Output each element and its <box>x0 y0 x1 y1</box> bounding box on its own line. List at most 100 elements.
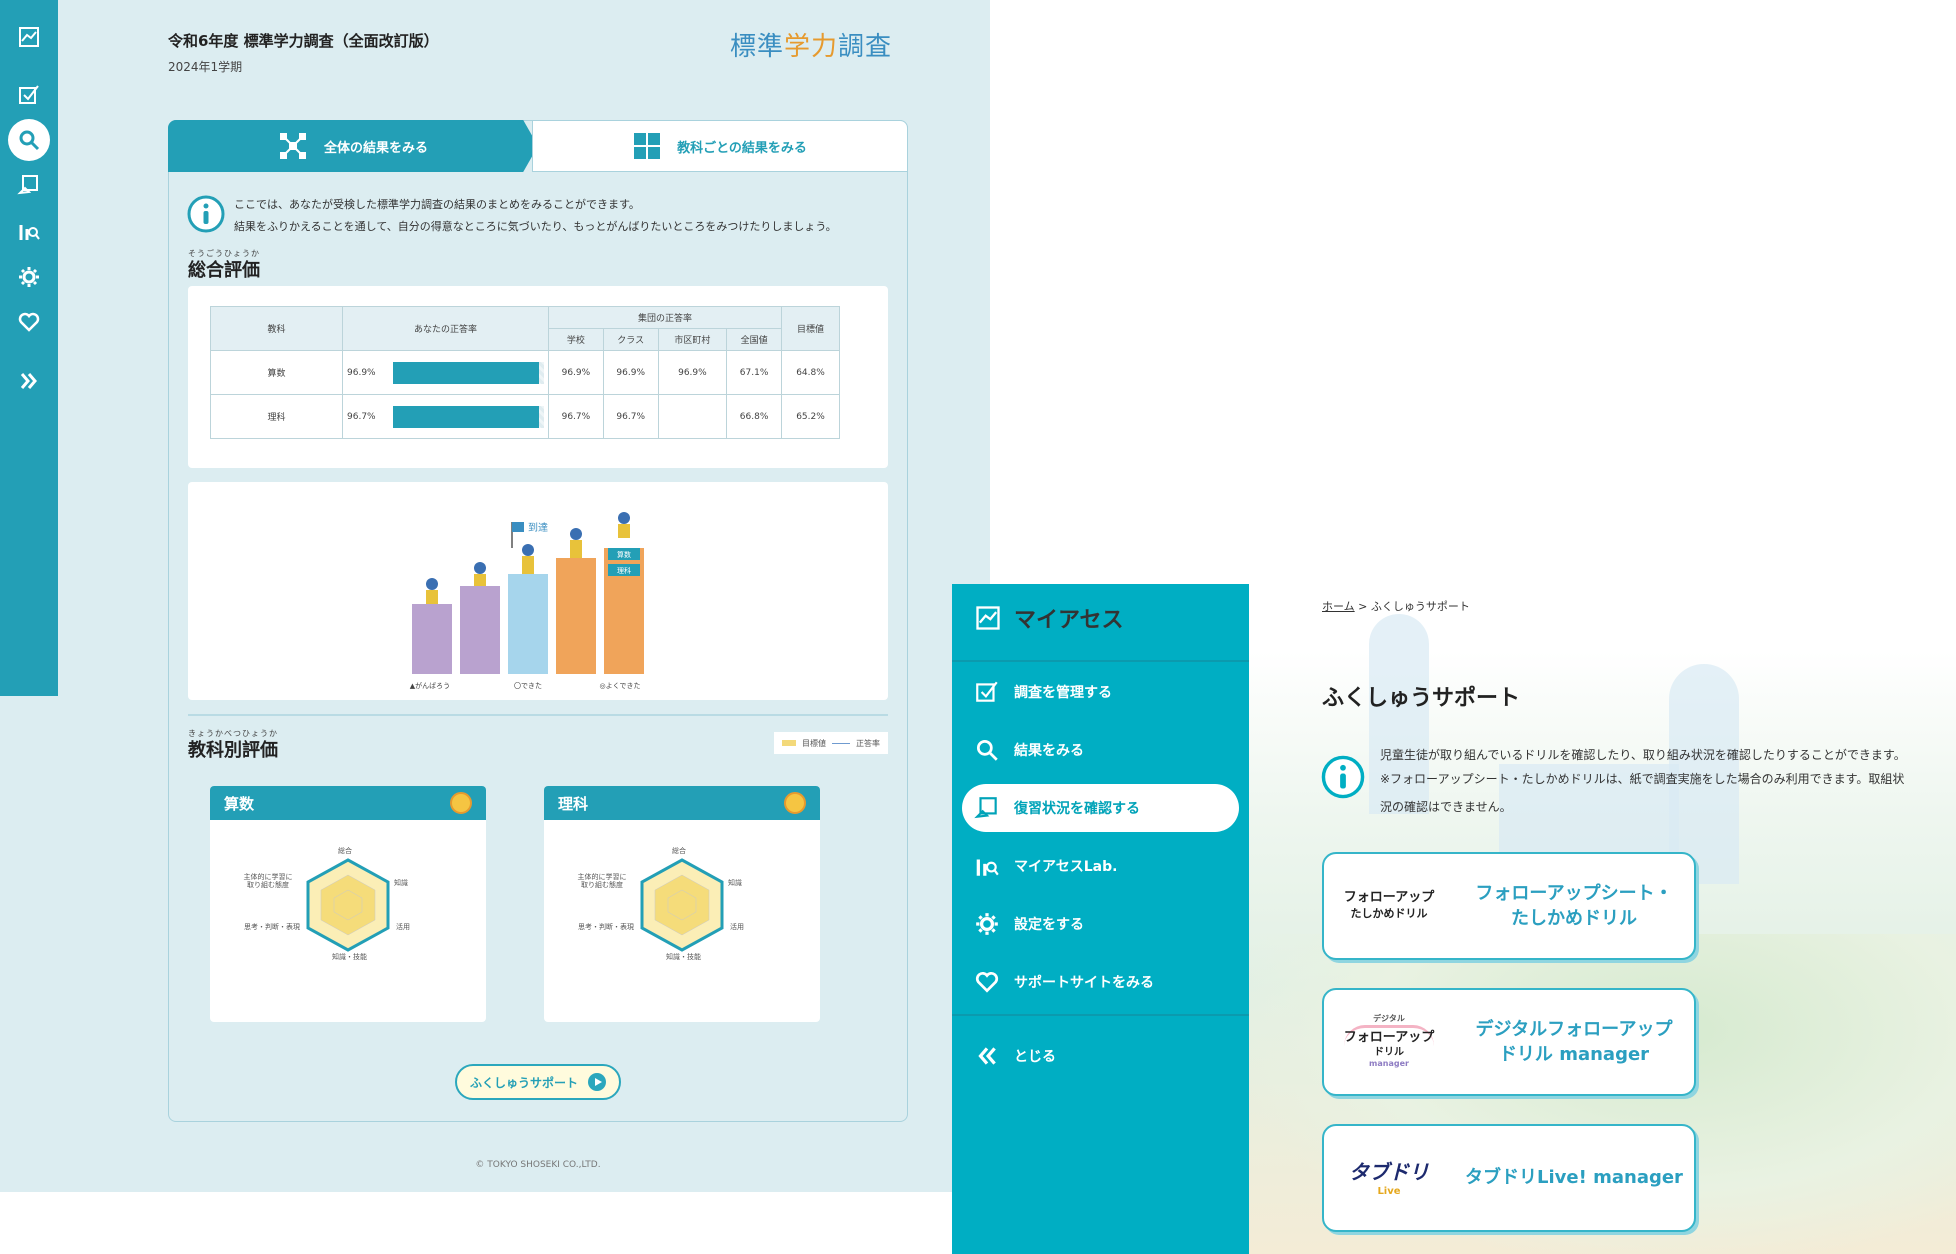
chart-icon <box>976 606 1000 630</box>
info-text-line1: 児童生徒が取り組んでいるドリルを確認したり、取り組み状況を確認したりすることがで… <box>1380 748 1906 762</box>
score-table: 教科 あなたの正答率 集団の正答率 目標値 学校 クラス 市区町村 全国値 算数… <box>210 306 840 439</box>
medal-icon <box>450 792 472 814</box>
subject-tag-label: 算数 <box>617 550 631 559</box>
radar-axis-label: 知識 <box>394 879 408 887</box>
by-subject-title: 教科別評価 <box>188 740 278 761</box>
subject-card-science[interactable]: 理科 総合 知識 活用 知識・技能 思考・判断・表現 主体的に学習に取り組む態度 <box>544 786 820 1022</box>
th-class: クラス <box>602 328 659 351</box>
search-icon <box>976 739 998 761</box>
digital-followup-logo: デジタル フォローアップ ドリル manager <box>1343 1014 1435 1069</box>
rate-bar-fill <box>393 405 540 428</box>
overall-title: 総合評価 <box>188 260 260 281</box>
tab-overall-results[interactable]: 全体の結果をみる <box>168 120 538 172</box>
radar-chart: 総合 知識 活用 知識・技能 思考・判断・表現 主体的に学習に取り組む態度 <box>210 820 486 1022</box>
menu-item-results[interactable]: 結果をみる <box>962 726 1239 774</box>
subject-card-math[interactable]: 算数 総合 知識 活用 知識・技能 思考・判断・表現 主体的に学習に取り組む態度 <box>210 786 486 1022</box>
menu-item-label: マイアセスLab. <box>1014 859 1118 875</box>
legend-rate-label: 正答率 <box>856 738 880 748</box>
medal-icon <box>784 792 806 814</box>
cell-class: 96.7% <box>602 394 659 439</box>
brand-name: マイアセス <box>1014 608 1124 633</box>
cell-subject: 算数 <box>210 350 343 395</box>
menu-item-label: 調査を管理する <box>1014 685 1112 701</box>
chart-icon[interactable] <box>8 16 50 58</box>
radar-axis-label: 思考・判断・表現 <box>578 923 634 931</box>
radar-axis-label: 活用 <box>730 923 744 931</box>
icon-rail <box>0 0 58 696</box>
cell-city <box>657 394 728 439</box>
menu-item-label: サポートサイトをみる <box>1014 975 1154 991</box>
report-title: 令和6年度 標準学力調査（全面改訂版） <box>168 32 439 50</box>
info-icon <box>1321 755 1365 799</box>
review-support-label: ふくしゅうサポート <box>469 1075 578 1090</box>
menu-item-review-status[interactable]: 復習状況を確認する <box>962 784 1239 832</box>
breadcrumb-separator: > <box>1358 600 1368 613</box>
tab-subject-results[interactable]: 教科ごとの結果をみる <box>532 120 908 172</box>
menu-item-support-site[interactable]: サポートサイトをみる <box>962 958 1239 1006</box>
flag-label: 到達 <box>528 522 548 534</box>
checkbox-icon[interactable] <box>8 74 50 116</box>
heart-icon <box>975 972 999 993</box>
legend-target-swatch <box>782 740 796 746</box>
table-row: 理科 96.7% 96.7% 96.7% 66.8% 65.2% <box>210 394 840 439</box>
followup-sheet-label: フォローアップシート・ たしかめドリル <box>1475 882 1673 929</box>
radar-axis-label: 総合 <box>672 847 686 855</box>
legend-target-label: 目標値 <box>802 738 826 748</box>
radar-axis-label: 知識・技能 <box>666 953 701 961</box>
lab-icon[interactable] <box>8 210 50 252</box>
radar-axis-label: 知識・技能 <box>332 953 367 961</box>
radar-axis-label: 思考・判断・表現 <box>244 923 300 931</box>
th-city: 市区町村 <box>657 328 728 351</box>
info-icon <box>187 195 225 233</box>
th-national: 全国値 <box>726 328 782 351</box>
menu-close-button[interactable]: とじる <box>962 1032 1239 1080</box>
heart-icon[interactable] <box>8 301 50 343</box>
info-text-line2: ※フォローアップシート・たしかめドリルは、紙で調査実施をした場合のみ利用できます… <box>1380 772 1905 786</box>
menu-item-label: 結果をみる <box>1014 743 1084 759</box>
followup-logo: フォローアップ たしかめドリル <box>1343 890 1435 921</box>
review-support-button[interactable]: ふくしゅうサポート <box>455 1064 621 1100</box>
rate-bar <box>393 405 544 428</box>
step-bar <box>508 574 548 674</box>
followup-sheet-card[interactable]: フォローアップ たしかめドリル フォローアップシート・ たしかめドリル <box>1322 852 1696 960</box>
cell-class: 96.9% <box>602 350 659 395</box>
digital-followup-label: デジタルフォローアップ ドリル manager <box>1475 1018 1673 1065</box>
menu-item-label: 設定をする <box>1014 917 1084 933</box>
copyright: © TOKYO SHOSEKI CO.,LTD. <box>475 1160 601 1170</box>
th-your-rate: あなたの正答率 <box>342 306 549 351</box>
review-icon[interactable] <box>8 164 50 206</box>
achievement-illustration-card: 到達 算数 理科 ▲がんばろう 〇できた ◎よくできた <box>188 482 888 700</box>
menu-item-settings[interactable]: 設定をする <box>962 900 1239 948</box>
lab-icon <box>976 859 999 876</box>
rate-bar <box>393 361 544 384</box>
menu-item-lab[interactable]: マイアセスLab. <box>962 842 1239 890</box>
radar-axis-label: 主体的に学習に取り組む態度 <box>577 873 627 889</box>
tab-overall-label: 全体の結果をみる <box>323 140 428 156</box>
menu-divider <box>952 660 1249 662</box>
legend-rate-line <box>832 742 850 744</box>
subject-card-title: 算数 <box>224 794 255 813</box>
cell-your-rate: 96.7% <box>347 411 376 422</box>
network-icon <box>279 133 306 159</box>
cell-national: 66.8% <box>726 394 782 439</box>
step-bar <box>556 558 596 674</box>
page-title: ふくしゅうサポート <box>1322 686 1521 711</box>
menu-divider <box>952 1014 1249 1016</box>
achievement-steps-illustration: 到達 算数 理科 ▲がんばろう 〇できた ◎よくできた <box>410 512 644 690</box>
table-row: 算数 96.9% 96.9% 96.9% 96.9% 67.1% 64.8% <box>210 350 840 395</box>
expand-icon[interactable] <box>8 360 50 402</box>
review-icon <box>974 797 997 819</box>
play-icon <box>588 1073 606 1091</box>
menu-item-manage[interactable]: 調査を管理する <box>962 668 1239 716</box>
gear-icon[interactable] <box>8 256 50 298</box>
digital-followup-card[interactable]: デジタル フォローアップ ドリル manager デジタルフォローアップ ドリル man… <box>1322 988 1696 1096</box>
cell-national: 67.1% <box>726 350 782 395</box>
step-bar <box>412 604 452 674</box>
tabudori-logo: タブドリ Live <box>1349 1159 1429 1197</box>
tabudori-live-card[interactable]: タブドリ Live タブドリLive! manager <box>1322 1124 1696 1232</box>
search-icon[interactable] <box>8 119 50 161</box>
cell-school: 96.9% <box>548 350 604 395</box>
cell-subject: 理科 <box>210 394 343 439</box>
breadcrumb-home-link[interactable]: ホーム <box>1322 600 1355 613</box>
breadcrumb-current: ふくしゅうサポート <box>1370 600 1470 613</box>
